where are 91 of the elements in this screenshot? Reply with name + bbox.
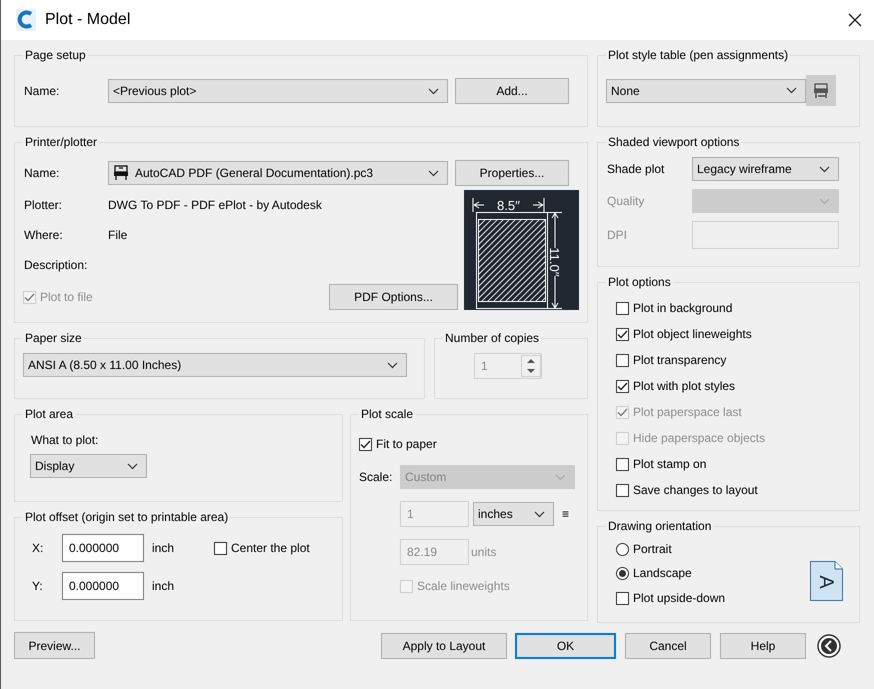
chevron-icon: [428, 88, 439, 94]
dropdown[interactable]: ANSI A (8.50 x 11.00 Inches): [23, 353, 407, 377]
radio-label: Landscape: [633, 566, 692, 580]
collapse-icon[interactable]: [817, 634, 841, 658]
section-title: Plot offset (origin set to printable area): [24, 510, 230, 524]
chevron-icon: [387, 362, 398, 368]
apply-to-layout-button[interactable]: Apply to Layout: [381, 632, 507, 658]
info-label: Plotter:: [23, 198, 64, 212]
paper-preview-drawing: 8.5′′ 11.0′′: [464, 190, 579, 310]
chevron-icon: [534, 510, 545, 518]
field-label: Quality: [606, 194, 646, 208]
field-label: Name:: [23, 84, 60, 98]
unit-label: units: [471, 545, 496, 559]
checkbox-label: Plot with plot styles: [633, 379, 736, 393]
checkbox[interactable]: [616, 592, 629, 604]
field-label: X:: [31, 541, 44, 555]
input-field[interactable]: 0.000000: [62, 534, 144, 562]
radio-button[interactable]: [616, 542, 629, 556]
checkbox-label: Hide paperspace objects: [633, 431, 766, 445]
section-title: Shaded viewport options: [607, 135, 740, 149]
chevron-icon: [555, 474, 566, 480]
checkbox[interactable]: [616, 380, 629, 392]
plotter-icon: [113, 165, 129, 181]
section-title: Printer/plotter: [24, 135, 98, 149]
checkbox-label: Plot upside-down: [633, 591, 726, 605]
section-title: Page setup: [24, 48, 87, 62]
info-label: Where:: [23, 228, 64, 242]
ok-button[interactable]: OK: [515, 632, 616, 658]
dpi-field[interactable]: [692, 221, 839, 249]
chevron-icon: [786, 87, 797, 94]
field-label: What to plot:: [31, 433, 100, 447]
field-label: Name:: [23, 166, 60, 180]
properties-button[interactable]: Properties...: [455, 160, 569, 186]
section-title: Plot options: [607, 275, 672, 289]
section-title: Plot area: [24, 407, 74, 421]
checkbox[interactable]: [616, 328, 629, 340]
dropdown[interactable]: inches: [473, 502, 554, 526]
checkbox-label: Fit to paper: [376, 437, 437, 451]
radio-label: Portrait: [633, 542, 672, 556]
equals-sign: ≡: [561, 507, 570, 521]
field-label: Y:: [31, 579, 44, 593]
checkbox[interactable]: [359, 438, 372, 450]
input-field[interactable]: 0.000000: [62, 572, 144, 600]
info-label: Description:: [23, 258, 88, 272]
checkbox-label: Center the plot: [231, 541, 310, 555]
preview-button[interactable]: Preview...: [14, 632, 95, 659]
checkbox[interactable]: [214, 542, 227, 554]
checkbox-label: Plot to file: [40, 290, 93, 304]
checkbox[interactable]: [616, 354, 629, 366]
field-label: Scale:: [359, 470, 394, 484]
window-title: Plot - Model: [45, 11, 132, 29]
field-label: DPI: [606, 228, 628, 242]
chevron-icon: [428, 170, 439, 176]
unit-label: inch: [151, 579, 174, 593]
dropdown[interactable]: Legacy wireframe: [692, 157, 839, 181]
section-title: Number of copies: [444, 331, 540, 345]
checkbox-label: Scale lineweights: [417, 579, 510, 593]
close-icon[interactable]: [848, 13, 862, 27]
checkbox[interactable]: [616, 302, 629, 314]
info-value: DWG To PDF - PDF ePlot - by Autodesk: [108, 198, 322, 212]
section-title: Plot scale: [360, 407, 414, 421]
dropdown[interactable]: None: [606, 78, 806, 102]
page-orientation-icon: A: [810, 561, 843, 601]
checkbox-label: Plot transparency: [633, 353, 726, 367]
checkbox-label: Plot paperspace last: [633, 405, 742, 419]
checkbox-label: Plot in background: [633, 301, 732, 315]
edit-style-button[interactable]: [806, 75, 836, 106]
checkbox-label: Plot object lineweights: [633, 327, 752, 341]
checkbox[interactable]: [616, 484, 629, 496]
section-title: Drawing orientation: [607, 519, 712, 533]
info-value: File: [108, 228, 128, 242]
radio-button[interactable]: [616, 566, 629, 580]
section-title: Plot style table (pen assignments): [607, 48, 790, 62]
plotter-icon: [812, 82, 830, 100]
checkbox-label: Plot stamp on: [633, 457, 706, 471]
unit-label: inch: [151, 541, 176, 555]
field-label: Shade plot: [606, 162, 666, 176]
add-button[interactable]: Add...: [455, 78, 569, 104]
app-icon: [15, 8, 37, 32]
checkbox-label: Save changes to layout: [633, 483, 758, 497]
dropdown[interactable]: <Previous plot>: [108, 79, 448, 103]
checkbox[interactable]: [616, 458, 629, 470]
help-button[interactable]: Help: [720, 632, 806, 658]
pdf-options-button[interactable]: PDF Options...: [329, 284, 458, 310]
dropdown[interactable]: AutoCAD PDF (General Documentation).pc3: [108, 161, 448, 185]
chevron-icon: [819, 198, 830, 204]
chevron-icon: [127, 462, 138, 470]
section-title: Paper size: [24, 331, 83, 345]
cancel-button[interactable]: Cancel: [625, 632, 711, 658]
chevron-icon: [819, 166, 830, 172]
dropdown[interactable]: Display: [30, 454, 147, 478]
